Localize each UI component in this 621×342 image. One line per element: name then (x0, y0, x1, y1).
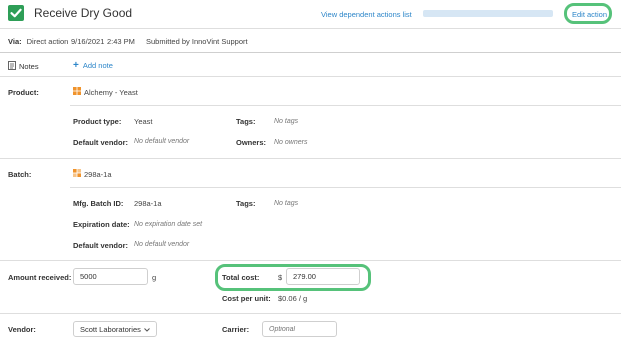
expiration-date-value: No expiration date set (134, 221, 203, 228)
divider (70, 105, 621, 106)
cost-per-unit-value: $0.06 / g (278, 294, 308, 303)
cost-per-unit-label: Cost per unit: (222, 294, 271, 303)
vendor-value: Scott Laboratories (80, 324, 141, 334)
mfg-batch-id-label: Mfg. Batch ID: (73, 199, 124, 208)
batch-label: Batch: (8, 170, 32, 179)
batch-default-vendor-value: No default vendor (134, 241, 190, 248)
currency-symbol: $ (278, 273, 283, 282)
plus-icon: + (73, 59, 79, 71)
redacted-link[interactable] (423, 10, 553, 17)
divider (0, 260, 621, 261)
expiration-date-label: Expiration date: (73, 220, 130, 229)
divider (0, 313, 621, 314)
via-value: Direct action (26, 37, 69, 46)
batch-name: 298a-1a (84, 170, 112, 179)
notes-icon (8, 61, 16, 72)
product-owners-value: No owners (274, 139, 308, 146)
batch-tags-value: No tags (274, 200, 299, 207)
carrier-input[interactable] (262, 321, 337, 337)
product-owners-label: Owners: (236, 138, 267, 147)
divider (0, 76, 621, 77)
add-note-label: Add note (82, 61, 113, 70)
total-cost-input[interactable]: 279.00 (286, 268, 360, 285)
amount-received-input[interactable]: 5000 (73, 268, 148, 285)
amount-received-value: 5000 (80, 272, 97, 281)
product-default-vendor-label: Default vendor: (73, 138, 129, 147)
divider (0, 158, 621, 159)
product-name: Alchemy - Yeast (84, 88, 138, 97)
view-dependent-actions-link[interactable]: View dependent actions list (321, 10, 412, 19)
product-default-vendor-value: No default vendor (134, 138, 190, 145)
product-label: Product: (8, 88, 39, 97)
product-icon (73, 87, 81, 95)
submitted-by: Submitted by InnoVint Support (146, 37, 248, 46)
amount-unit: g (152, 273, 157, 282)
vendor-select[interactable]: Scott Laboratories (73, 321, 157, 337)
add-note-button[interactable]: + Add note (73, 59, 113, 71)
vendor-label: Vendor: (8, 325, 36, 334)
edit-action-link[interactable]: Edit action (572, 10, 607, 19)
carrier-label: Carrier: (222, 325, 250, 334)
chevron-down-icon (144, 325, 150, 334)
via-label: Via: (8, 37, 22, 46)
batch-icon (73, 169, 81, 177)
amount-received-label: Amount received: (8, 273, 72, 282)
date: 9/16/2021 (71, 37, 105, 46)
mfg-batch-id-value: 298a-1a (134, 199, 162, 208)
batch-default-vendor-label: Default vendor: (73, 241, 129, 250)
meta-row: Via: Direct action (8, 37, 68, 46)
success-check-icon (8, 5, 24, 21)
page-title: Receive Dry Good (34, 6, 133, 20)
product-type-label: Product type: (73, 117, 122, 126)
total-cost-value: 279.00 (293, 272, 316, 281)
product-tags-value: No tags (274, 118, 299, 125)
divider (70, 187, 621, 188)
product-tags-label: Tags: (236, 117, 256, 126)
product-type-value: Yeast (134, 117, 153, 126)
batch-tags-label: Tags: (236, 199, 256, 208)
time: 2:43 PM (107, 37, 135, 46)
notes-label: Notes (19, 62, 39, 71)
divider (0, 52, 621, 53)
divider (0, 28, 621, 29)
total-cost-label: Total cost: (222, 273, 260, 282)
